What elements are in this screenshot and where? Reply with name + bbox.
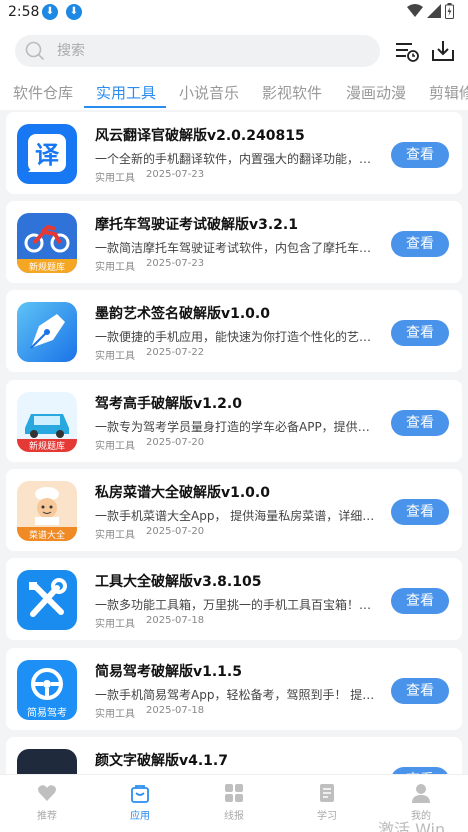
tools-app-icon — [17, 570, 77, 630]
active-tab-indicator — [84, 106, 166, 108]
emoticon-app-icon — [17, 749, 77, 774]
list-item[interactable]: 菜谱大全 私房菜谱大全破解版v1.0.0 一款手机菜谱大全App， 提供海量私房… — [6, 469, 462, 551]
app-description: 一款手机菜谱大全App， 提供海量私房菜谱，详细的做法步骤 — [95, 509, 379, 523]
app-date: 2025-07-23 — [146, 258, 205, 269]
nav-learning[interactable]: 学习 — [287, 783, 367, 822]
list-item[interactable]: 简易驾考 简易驾考破解版v1.1.5 一款手机简易驾考App，轻松备考，驾照到手… — [6, 648, 462, 730]
svg-text:新规题库: 新规题库 — [29, 440, 65, 452]
book-icon — [320, 784, 334, 802]
app-description: 一款简洁摩托车驾驶证考试软件，内包含了摩托车驾照考试题库 — [95, 241, 379, 255]
nav-label: 推荐 — [37, 811, 57, 822]
view-button[interactable]: 查看 — [391, 678, 449, 704]
svg-text:菜谱大全: 菜谱大全 — [29, 529, 65, 541]
search-icon — [25, 41, 45, 61]
list-item[interactable]: 工具大全破解版v3.8.105 一款多功能工具箱，万里挑一的手机工具百宝箱！功能… — [6, 558, 462, 640]
list-item[interactable]: 译 风云翻译官破解版v2.0.240815 一个全新的手机翻译软件，内置强大的翻… — [6, 112, 462, 194]
app-category: 实用工具 — [95, 709, 135, 720]
download-icon: ⬇ — [42, 4, 58, 20]
car-app-icon: 新规题库 — [17, 392, 77, 452]
category-tabs: 软件仓库 实用工具 小说音乐 影视软件 漫画动漫 剪辑修 — [0, 74, 468, 110]
app-description: 一款手机简易驾考App，轻松备考，驾照到手！ 提供科目一科目四 — [95, 688, 379, 702]
nav-label: 学习 — [317, 811, 337, 822]
activation-watermark: 激活 Win — [378, 820, 446, 832]
search-input[interactable] — [57, 35, 357, 67]
chef-app-icon: 菜谱大全 — [17, 481, 77, 541]
view-button[interactable]: 查看 — [391, 588, 449, 614]
list-item[interactable]: 新规题库 驾考高手破解版v1.2.0 一款专为驾考学员量身打造的学车必备APP，… — [6, 380, 462, 462]
app-date: 2025-07-20 — [146, 526, 205, 537]
status-bar: 2:58 ⬇ ⬇ — [0, 0, 468, 26]
nav-label: 线报 — [224, 811, 244, 822]
nav-apps[interactable]: 应用 — [100, 783, 180, 822]
view-button[interactable]: 查看 — [391, 499, 449, 525]
grid-icon — [225, 784, 243, 802]
app-category: 实用工具 — [95, 262, 135, 273]
translate-app-icon: 译 — [17, 124, 77, 184]
app-category: 实用工具 — [95, 441, 135, 452]
app-category: 实用工具 — [95, 530, 135, 541]
app-date: 2025-07-20 — [146, 437, 205, 448]
person-icon — [412, 784, 430, 803]
history-list-icon[interactable] — [394, 38, 420, 64]
heart-icon — [38, 785, 56, 801]
status-time: 2:58 — [8, 4, 40, 20]
tab-comics-anime[interactable]: 漫画动漫 — [346, 82, 406, 103]
view-button[interactable]: 查看 — [391, 142, 449, 168]
svg-text:译: 译 — [35, 141, 60, 169]
nav-label: 应用 — [130, 811, 150, 822]
app-description: 一款便捷的手机应用，能快速为你打造个性化的艺术签名 — [95, 330, 379, 344]
pen-app-icon — [17, 302, 77, 362]
motorcycle-app-icon: 新规题库 — [17, 213, 77, 273]
header — [0, 26, 468, 74]
view-button[interactable]: 查看 — [391, 767, 449, 774]
list-item[interactable]: 墨韵艺术签名破解版v1.0.0 一款便捷的手机应用，能快速为你打造个性化的艺术签… — [6, 290, 462, 372]
tab-video-software[interactable]: 影视软件 — [262, 82, 322, 103]
download-tray-icon[interactable] — [430, 38, 456, 64]
download-icon: ⬇ — [66, 4, 82, 20]
tab-editing[interactable]: 剪辑修 — [429, 82, 468, 103]
nav-deals[interactable]: 线报 — [194, 783, 274, 822]
app-category: 实用工具 — [95, 173, 135, 184]
app-category: 实用工具 — [95, 619, 135, 630]
view-button[interactable]: 查看 — [391, 320, 449, 346]
signal-icon — [427, 4, 441, 18]
app-description: 一个全新的手机翻译软件，内置强大的翻译功能，支持多国语言互译 — [95, 152, 379, 166]
app-date: 2025-07-18 — [146, 705, 205, 716]
tab-utility-tools[interactable]: 实用工具 — [96, 82, 156, 103]
nav-recommend[interactable]: 推荐 — [7, 783, 87, 822]
tab-software-repo[interactable]: 软件仓库 — [13, 82, 73, 103]
app-date: 2025-07-23 — [146, 169, 205, 180]
svg-text:新规题库: 新规题库 — [29, 261, 65, 273]
bag-icon — [131, 785, 149, 803]
app-description: 一款专为驾考学员量身打造的学车必备APP，提供海量题库 — [95, 420, 379, 434]
wifi-icon — [407, 4, 423, 17]
app-title: 墨韵艺术签名破解版v1.0.0 — [95, 306, 270, 322]
app-title: 颜文字破解版v4.1.7 — [95, 753, 228, 769]
app-title: 驾考高手破解版v1.2.0 — [95, 396, 242, 412]
app-description: 一款多功能工具箱，万里挑一的手机工具百宝箱！功能齐全 — [95, 598, 379, 612]
app-title: 简易驾考破解版v1.1.5 — [95, 664, 242, 680]
app-list: 译 风云翻译官破解版v2.0.240815 一个全新的手机翻译软件，内置强大的翻… — [0, 110, 468, 774]
view-button[interactable]: 查看 — [391, 231, 449, 257]
app-title: 私房菜谱大全破解版v1.0.0 — [95, 485, 270, 501]
svg-text:简易驾考: 简易驾考 — [27, 706, 67, 719]
search-bar[interactable] — [15, 35, 380, 67]
app-title: 风云翻译官破解版v2.0.240815 — [95, 128, 305, 144]
tab-novel-music[interactable]: 小说音乐 — [179, 82, 239, 103]
battery-icon — [445, 3, 454, 19]
view-button[interactable]: 查看 — [391, 410, 449, 436]
app-category: 实用工具 — [95, 351, 135, 362]
app-date: 2025-07-22 — [146, 347, 205, 358]
steering-wheel-app-icon: 简易驾考 — [17, 660, 77, 720]
app-title: 工具大全破解版v3.8.105 — [95, 574, 262, 590]
app-date: 2025-07-18 — [146, 615, 205, 626]
app-title: 摩托车驾驶证考试破解版v3.2.1 — [95, 217, 298, 233]
list-item[interactable]: 新规题库 摩托车驾驶证考试破解版v3.2.1 一款简洁摩托车驾驶证考试软件，内包… — [6, 201, 462, 283]
list-item[interactable]: 颜文字破解版v4.1.7 查看 — [6, 737, 462, 774]
